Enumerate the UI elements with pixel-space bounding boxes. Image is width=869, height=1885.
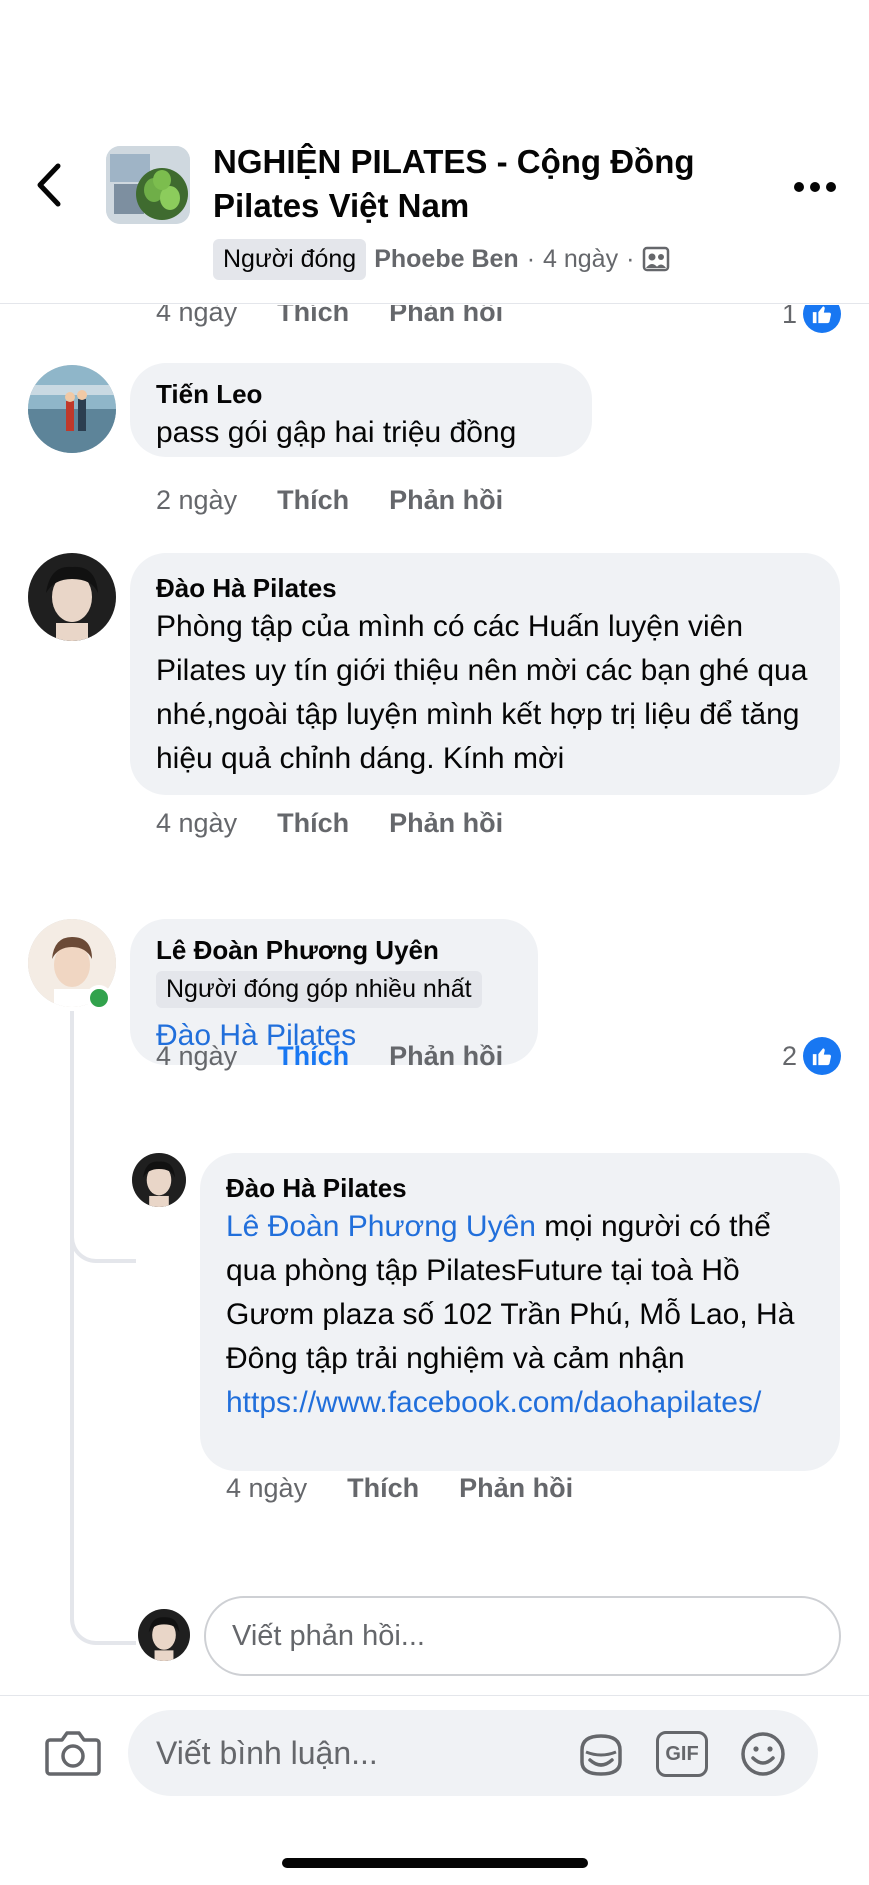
like-button[interactable]: Thích bbox=[347, 1473, 419, 1504]
reply-button[interactable]: Phản hồi bbox=[389, 808, 503, 839]
comment-actions: 2 ngày Thích Phản hồi bbox=[156, 485, 503, 516]
comment-actions: 4 ngày Thích Phản hồi bbox=[156, 305, 503, 328]
comment-input[interactable]: Viết bình luận... GIF bbox=[128, 1710, 818, 1796]
group-header: NGHIỆN PILATES - Cộng Đồng Pilates Việt … bbox=[0, 0, 869, 304]
reply-button[interactable]: Phản hồi bbox=[389, 485, 503, 516]
reply-button[interactable]: Phản hồi bbox=[389, 1041, 503, 1072]
emoji-button[interactable] bbox=[738, 1730, 788, 1778]
comments-list[interactable]: 4 ngày Thích Phản hồi 1 Tiến Leo pass gó… bbox=[0, 305, 869, 1695]
reaction-summary[interactable]: 1 bbox=[782, 305, 842, 333]
more-options-button[interactable] bbox=[790, 172, 840, 202]
comment-author[interactable]: Đào Hà Pilates bbox=[156, 571, 814, 605]
comment-composer: Viết bình luận... GIF bbox=[0, 1695, 869, 1885]
reply-text: Lê Đoàn Phương Uyên mọi người có thể qua… bbox=[226, 1205, 814, 1381]
comment-actions: 4 ngày Thích Phản hồi bbox=[156, 808, 503, 839]
mention-link[interactable]: Lê Đoàn Phương Uyên bbox=[226, 1210, 536, 1243]
avatar[interactable] bbox=[28, 553, 116, 641]
more-icon bbox=[794, 182, 836, 192]
group-title[interactable]: NGHIỆN PILATES - Cộng Đồng Pilates Việt … bbox=[213, 140, 753, 228]
avatar[interactable] bbox=[132, 1153, 186, 1207]
comment-time[interactable]: 4 ngày bbox=[156, 808, 237, 839]
like-reaction-icon bbox=[803, 1037, 842, 1075]
camera-button[interactable] bbox=[44, 1726, 102, 1778]
thread-line bbox=[70, 1265, 74, 1605]
post-meta: Người đóng Phoebe Ben · 4 ngày · bbox=[213, 238, 670, 280]
reply-button[interactable]: Phản hồi bbox=[389, 305, 503, 328]
comment-bubble[interactable]: Đào Hà Pilates Phòng tập của mình có các… bbox=[130, 553, 840, 795]
sticker-icon bbox=[580, 1734, 622, 1776]
online-status-indicator bbox=[86, 985, 112, 1011]
home-indicator[interactable] bbox=[282, 1858, 588, 1868]
comment-time[interactable]: 4 ngày bbox=[156, 1041, 237, 1072]
thread-connector bbox=[70, 1203, 136, 1263]
like-button[interactable]: Thích bbox=[277, 1041, 349, 1072]
group-thumbnail[interactable] bbox=[106, 146, 190, 224]
group-privacy-icon bbox=[643, 246, 670, 272]
comment-input-placeholder: Viết bình luận... bbox=[156, 1734, 378, 1771]
camera-icon bbox=[45, 1731, 101, 1776]
comment-time[interactable]: 4 ngày bbox=[156, 305, 237, 328]
author-badge: Người đóng bbox=[213, 238, 367, 280]
reply-bubble[interactable]: Đào Hà Pilates Lê Đoàn Phương Uyên mọi n… bbox=[200, 1153, 840, 1471]
gif-label: GIF bbox=[665, 1742, 699, 1765]
meta-separator: · bbox=[526, 244, 536, 273]
comment-actions: 4 ngày Thích Phản hồi bbox=[156, 1041, 503, 1072]
avatar[interactable] bbox=[28, 365, 116, 453]
avatar-sticker-button[interactable] bbox=[576, 1730, 626, 1778]
comment-text: pass gói gập hai triệu đồng bbox=[156, 416, 517, 449]
reply-button[interactable]: Phản hồi bbox=[459, 1473, 573, 1504]
post-author[interactable]: Phoebe Ben bbox=[374, 245, 518, 274]
gif-button[interactable]: GIF bbox=[656, 1731, 708, 1777]
reply-input[interactable]: Viết phản hồi... bbox=[204, 1596, 841, 1676]
reaction-summary[interactable]: 2 bbox=[782, 1037, 842, 1075]
back-button[interactable] bbox=[30, 160, 70, 210]
top-contributor-badge: Người đóng góp nhiều nhất bbox=[156, 971, 482, 1008]
comment-bubble[interactable]: Tiến Leo pass gói gập hai triệu đồng bbox=[130, 363, 592, 457]
comment-time[interactable]: 4 ngày bbox=[226, 1473, 307, 1504]
like-button[interactable]: Thích bbox=[277, 485, 349, 516]
like-button[interactable]: Thích bbox=[277, 808, 349, 839]
current-user-avatar[interactable] bbox=[138, 1609, 190, 1661]
meta-separator: · bbox=[626, 244, 635, 273]
reaction-count: 1 bbox=[782, 305, 798, 329]
reply-input-placeholder: Viết phản hồi... bbox=[232, 1619, 425, 1652]
reply-actions: 4 ngày Thích Phản hồi bbox=[226, 1473, 573, 1504]
like-button[interactable]: Thích bbox=[277, 305, 349, 328]
reply-author[interactable]: Đào Hà Pilates bbox=[226, 1171, 814, 1205]
thread-connector bbox=[70, 1585, 136, 1645]
chevron-left-icon bbox=[37, 163, 61, 207]
comment-time[interactable]: 2 ngày bbox=[156, 485, 237, 516]
comment-author[interactable]: Lê Đoàn Phương Uyên bbox=[156, 933, 512, 967]
comment-author[interactable]: Tiến Leo bbox=[156, 377, 566, 411]
post-time[interactable]: 4 ngày bbox=[543, 245, 618, 274]
smiley-icon bbox=[741, 1732, 785, 1776]
comment-text: Phòng tập của mình có các Huấn luyện viê… bbox=[156, 610, 808, 775]
like-reaction-icon bbox=[803, 305, 842, 333]
url-link[interactable]: https://www.facebook.com/daohapilates/ bbox=[226, 1381, 814, 1425]
reaction-count: 2 bbox=[782, 1040, 798, 1071]
